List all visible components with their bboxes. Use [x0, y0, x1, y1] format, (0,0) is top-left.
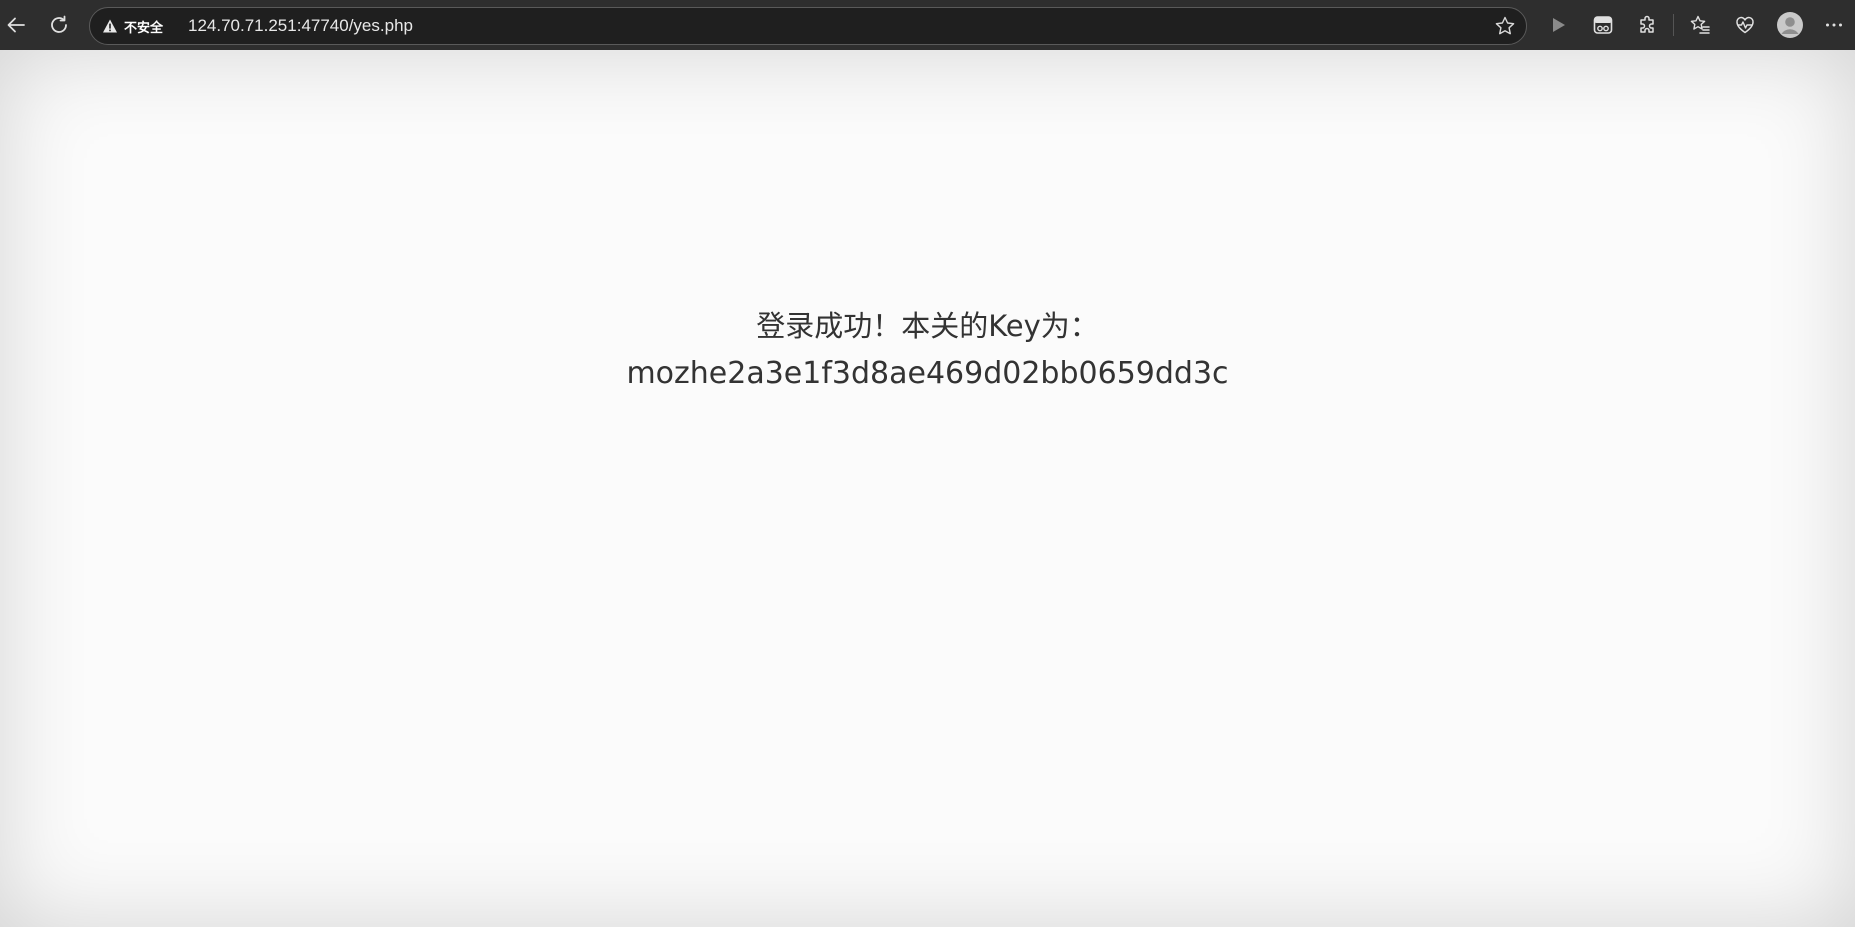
- security-indicator[interactable]: 不安全: [102, 8, 163, 44]
- extension-button[interactable]: [1587, 9, 1619, 41]
- page-content: 登录成功！本关的Key为： mozhe2a3e1f3d8ae469d02bb06…: [0, 50, 1855, 927]
- favorites-button[interactable]: [1684, 9, 1716, 41]
- browser-toolbar: 不安全 124.70.71.251:47740/yes.php: [0, 0, 1855, 50]
- avatar-icon: [1777, 12, 1803, 38]
- key-value: mozhe2a3e1f3d8ae469d02bb0659dd3c: [626, 356, 1229, 391]
- profile-button[interactable]: [1774, 9, 1806, 41]
- address-bar[interactable]: 不安全 124.70.71.251:47740/yes.php: [89, 7, 1527, 45]
- translate-extension-icon: [1593, 16, 1613, 34]
- security-label: 不安全: [124, 20, 164, 36]
- refresh-icon: [51, 15, 67, 33]
- play-button[interactable]: [1542, 9, 1574, 41]
- play-icon: [1553, 18, 1565, 32]
- favorites-list-icon: [1690, 15, 1710, 34]
- arrow-left-icon: [7, 17, 25, 33]
- url-text[interactable]: 124.70.71.251:47740/yes.php: [188, 8, 413, 44]
- settings-menu-button[interactable]: [1818, 9, 1850, 41]
- more-icon: [1826, 23, 1842, 27]
- star-icon: [1495, 16, 1515, 35]
- success-message: 登录成功！本关的Key为：: [756, 309, 1099, 343]
- warning-triangle-icon: [103, 19, 117, 33]
- toolbar-divider: [1673, 14, 1674, 36]
- browser-essentials-button[interactable]: [1729, 9, 1761, 41]
- back-button[interactable]: [0, 9, 32, 41]
- puzzle-icon: [1640, 15, 1654, 33]
- heartbeat-icon: [1736, 16, 1754, 34]
- refresh-button[interactable]: [43, 9, 75, 41]
- add-favorite-button[interactable]: [1492, 13, 1518, 39]
- extensions-button[interactable]: [1632, 9, 1664, 41]
